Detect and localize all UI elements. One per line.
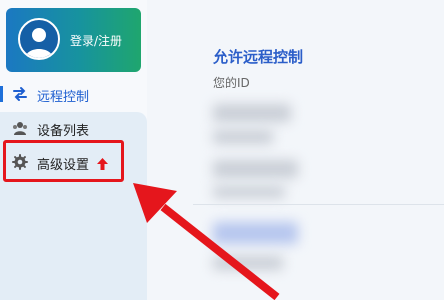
- sidebar-item-label: 远程控制: [37, 90, 90, 105]
- blurred-password-label: [213, 130, 273, 144]
- sidebar-item-remote-control[interactable]: 远程控制: [0, 80, 147, 108]
- sidebar-item-device-list[interactable]: 设备列表: [0, 114, 147, 142]
- user-avatar-icon: [18, 18, 60, 60]
- login-register-label[interactable]: 登录/注册: [70, 32, 122, 49]
- swap-arrows-icon: [12, 86, 28, 102]
- sidebar-item-label: 设备列表: [37, 124, 90, 139]
- login-card[interactable]: 登录/注册: [6, 8, 141, 72]
- users-icon: [12, 120, 28, 136]
- annotation-arrow-icon: [133, 183, 280, 300]
- page-title: 允许远程控制: [213, 48, 304, 66]
- highlight-box: [3, 140, 124, 182]
- blurred-id-value: [213, 104, 291, 122]
- your-id-label: 您的ID: [213, 76, 250, 90]
